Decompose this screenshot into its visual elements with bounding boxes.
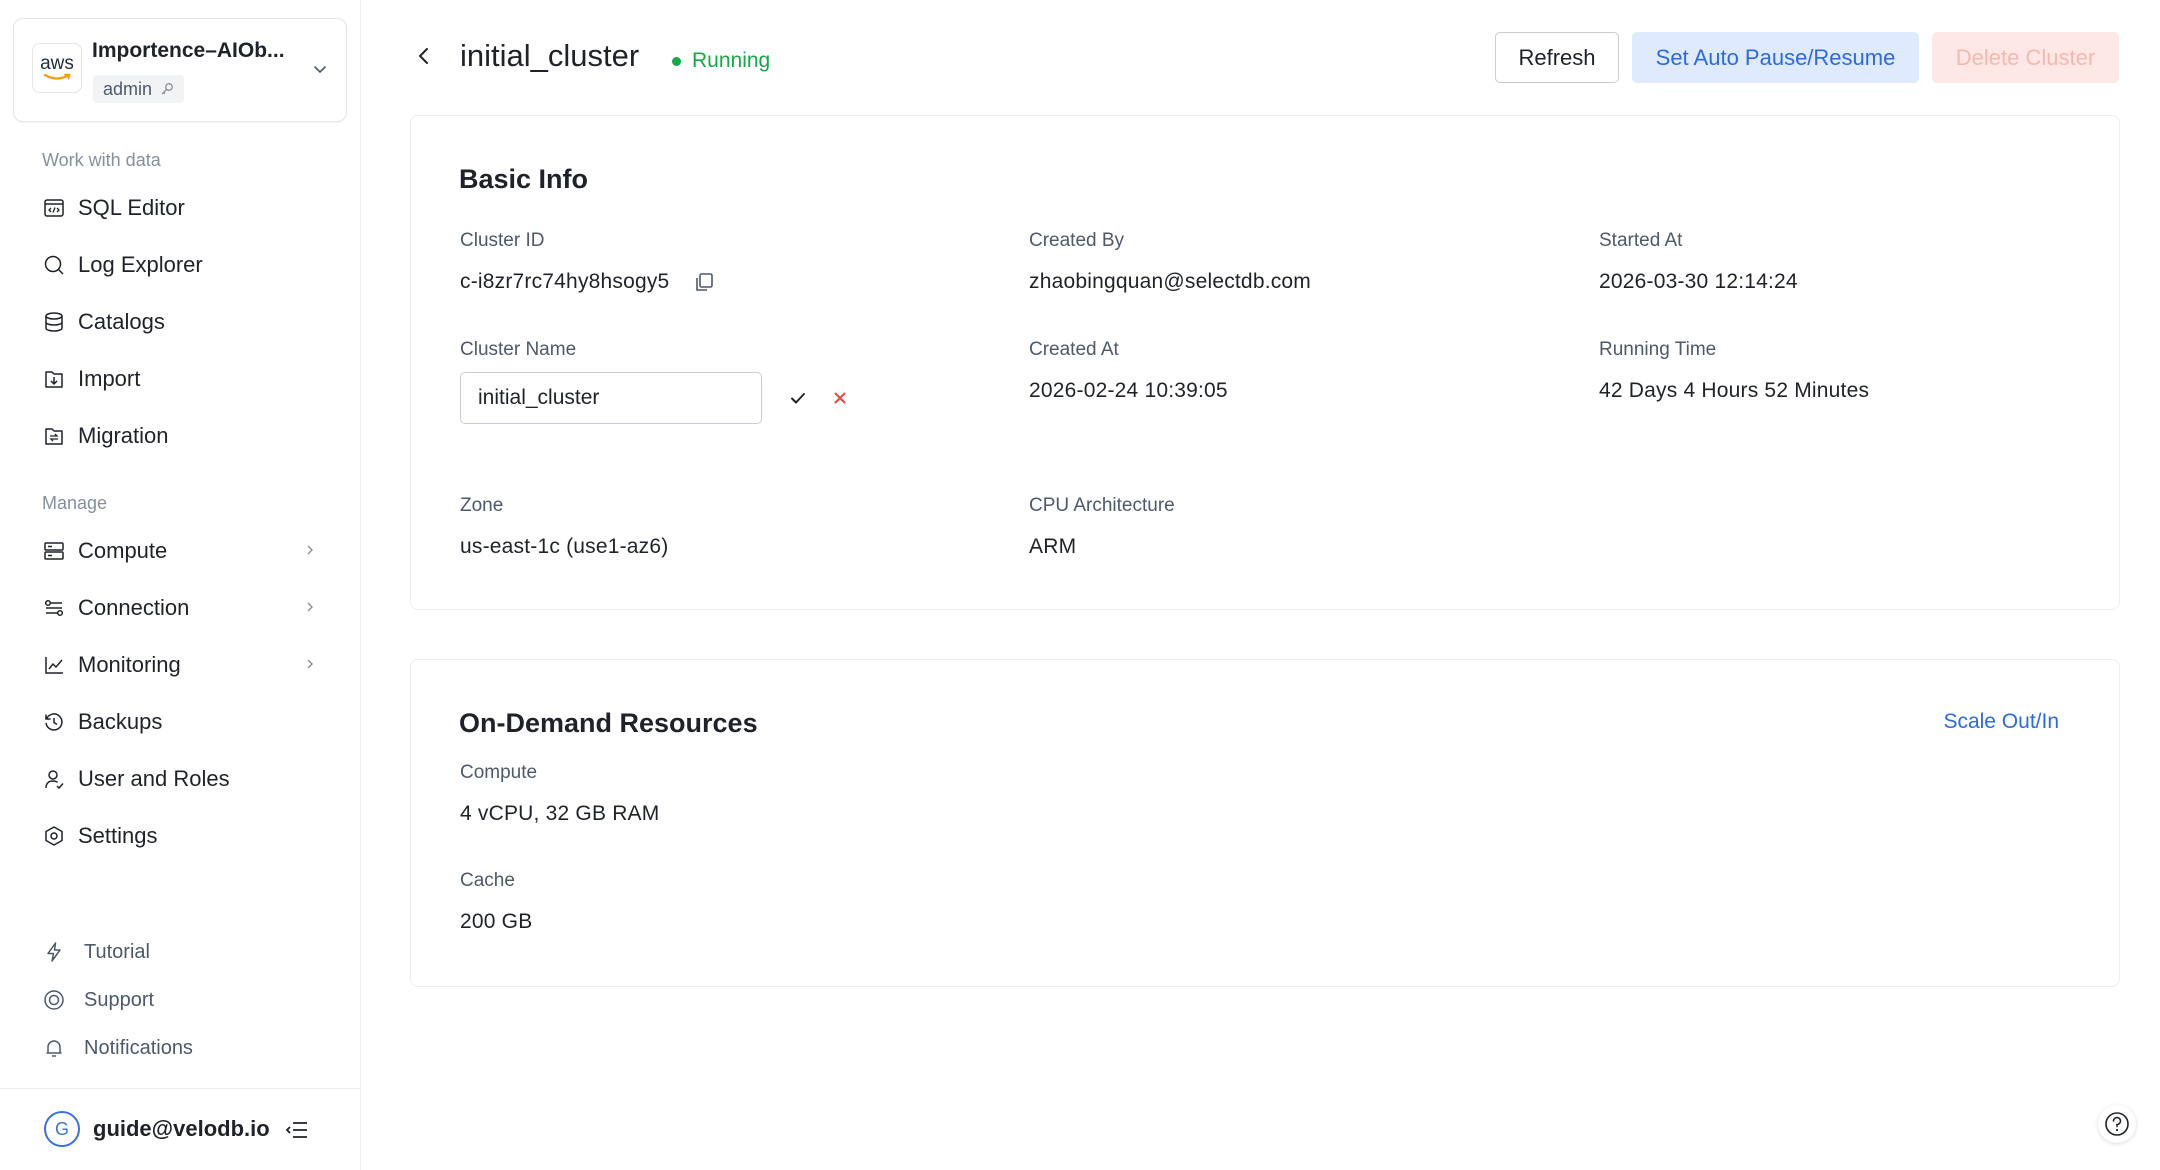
- basic-info-card: Basic Info Cluster ID c-i8zr7rc74hy8hsog…: [410, 115, 2120, 610]
- chevron-right-icon: [307, 659, 313, 669]
- avatar[interactable]: G: [44, 1111, 80, 1147]
- created-by-label: Created By: [1029, 230, 1125, 251]
- sidebar-footer: G guide@velodb.io: [0, 1088, 360, 1170]
- sidebar-item-connection[interactable]: Connection: [42, 586, 332, 630]
- page-title: initial_cluster: [460, 38, 640, 73]
- database-icon: [42, 310, 66, 334]
- chart-line-icon: [42, 653, 66, 677]
- delete-cluster-button[interactable]: Delete Cluster: [1932, 32, 2119, 83]
- sidebar-item-migration[interactable]: Migration: [42, 414, 332, 458]
- help-button[interactable]: [2098, 1105, 2136, 1143]
- resources-title: On-Demand Resources: [459, 708, 758, 738]
- on-demand-resources-card: On-Demand Resources Scale Out/In Compute…: [410, 659, 2120, 987]
- org-name: Importence–AIOb...: [92, 39, 285, 62]
- aws-logo: aws: [32, 43, 82, 93]
- lightning-icon: [42, 940, 66, 964]
- sidebar-item-log-explorer[interactable]: Log Explorer: [42, 243, 332, 287]
- set-auto-pause-button[interactable]: Set Auto Pause/Resume: [1632, 32, 1919, 83]
- status-badge: Running: [672, 49, 770, 73]
- compute-value: 4 vCPU, 32 GB RAM: [460, 802, 660, 825]
- import-icon: [42, 367, 66, 391]
- connection-icon: [42, 596, 66, 620]
- created-by-value: zhaobingquan@selectdb.com: [1029, 270, 1311, 293]
- cluster-id-label: Cluster ID: [460, 230, 545, 251]
- checkmark-icon[interactable]: [786, 386, 810, 410]
- zone-label: Zone: [460, 495, 504, 516]
- created-at-label: Created At: [1029, 339, 1119, 360]
- sidebar-item-sql-editor[interactable]: SQL Editor: [42, 186, 332, 230]
- settings-icon: [42, 824, 66, 848]
- migration-icon: [42, 424, 66, 448]
- user-email[interactable]: guide@velodb.io: [93, 1116, 270, 1142]
- refresh-button[interactable]: Refresh: [1495, 32, 1619, 83]
- user-icon: [42, 767, 66, 791]
- help-icon: [2105, 1112, 2129, 1136]
- sidebar-item-support[interactable]: Support: [42, 980, 332, 1020]
- section-label-work-with-data: Work with data: [42, 150, 161, 170]
- zone-value: us-east-1c (use1-az6): [460, 535, 669, 558]
- copy-icon[interactable]: [693, 271, 715, 293]
- back-arrow-icon[interactable]: [412, 44, 436, 68]
- sidebar-item-backups[interactable]: Backups: [42, 700, 332, 744]
- chevron-right-icon: [307, 545, 313, 555]
- cluster-name-input[interactable]: [460, 372, 762, 424]
- compute-label: Compute: [460, 762, 538, 783]
- close-icon[interactable]: [828, 386, 852, 410]
- scale-out-in-link[interactable]: Scale Out/In: [1943, 710, 2059, 734]
- cluster-id-value: c-i8zr7rc74hy8hsogy5: [460, 270, 670, 293]
- server-icon: [42, 539, 66, 563]
- chevron-down-icon[interactable]: [310, 59, 330, 79]
- sidebar-item-catalogs[interactable]: Catalogs: [42, 300, 332, 344]
- sidebar-item-import[interactable]: Import: [42, 357, 332, 401]
- role-badge: admin: [93, 75, 185, 103]
- status-dot: [672, 56, 681, 66]
- sidebar-item-compute[interactable]: Compute: [42, 529, 332, 573]
- cpu-architecture-value: ARM: [1029, 535, 1077, 558]
- running-time-value: 42 Days 4 Hours 52 Minutes: [1599, 379, 1870, 402]
- bell-icon: [42, 1036, 66, 1060]
- started-at-value: 2026-03-30 12:14:24: [1599, 270, 1798, 293]
- cache-value: 200 GB: [460, 910, 533, 933]
- sidebar-item-tutorial[interactable]: Tutorial: [42, 932, 332, 972]
- chevron-right-icon: [307, 602, 313, 612]
- code-window-icon: [42, 196, 66, 220]
- cpu-architecture-label: CPU Architecture: [1029, 495, 1175, 516]
- sidebar-item-settings[interactable]: Settings: [42, 814, 332, 858]
- sidebar-item-notifications[interactable]: Notifications: [42, 1028, 332, 1068]
- history-icon: [42, 710, 66, 734]
- section-label-manage: Manage: [42, 493, 108, 513]
- created-at-value: 2026-02-24 10:39:05: [1029, 379, 1228, 402]
- running-time-label: Running Time: [1599, 339, 1717, 360]
- cache-label: Cache: [460, 870, 515, 891]
- key-icon: [161, 83, 173, 95]
- started-at-label: Started At: [1599, 230, 1683, 251]
- cluster-name-label: Cluster Name: [460, 339, 577, 360]
- search-icon: [42, 253, 66, 277]
- sidebar-item-monitoring[interactable]: Monitoring: [42, 643, 332, 687]
- collapse-sidebar-icon[interactable]: [284, 1117, 310, 1143]
- basic-info-title: Basic Info: [459, 164, 589, 194]
- lifebuoy-icon: [42, 988, 66, 1012]
- org-switcher[interactable]: aws Importence–AIOb... admin: [13, 18, 347, 122]
- sidebar-item-user-and-roles[interactable]: User and Roles: [42, 757, 332, 801]
- sidebar: aws Importence–AIOb... admin Work with d…: [0, 0, 361, 1170]
